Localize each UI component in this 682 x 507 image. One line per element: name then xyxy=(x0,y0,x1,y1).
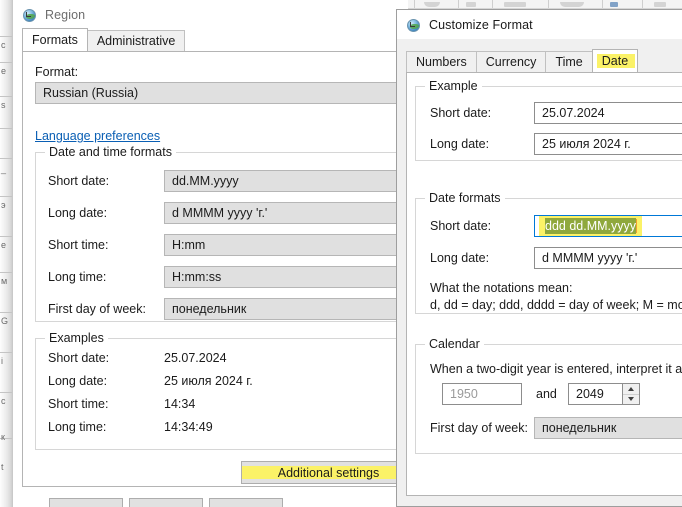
and-label: and xyxy=(536,387,557,401)
tab-administrative-label: Administrative xyxy=(96,34,176,48)
customize-icon xyxy=(406,17,422,33)
ex-short-date-value: 25.07.2024 xyxy=(164,351,227,365)
chevron-down-icon xyxy=(628,397,634,402)
calendar-first-day-label: First day of week: xyxy=(430,421,528,435)
format-label: Format: xyxy=(35,65,79,79)
region-tabstrip: Formats Administrative xyxy=(13,28,409,51)
year-range-to-input[interactable]: 2049 xyxy=(568,383,623,405)
region-window: Region Formats Administrative Format: Ru… xyxy=(12,0,442,507)
region-ok-button[interactable] xyxy=(49,498,123,507)
year-range-to-stepper[interactable]: 2049 xyxy=(568,383,640,405)
cust-ex-long-date-label: Long date: xyxy=(430,137,490,151)
customize-titlebar: Customize Format xyxy=(397,10,682,39)
two-digit-year-text: When a two-digit year is entered, interp… xyxy=(430,362,682,376)
examples-title: Examples xyxy=(45,331,108,345)
tab-numbers[interactable]: Numbers xyxy=(406,51,477,72)
tab-currency[interactable]: Currency xyxy=(475,51,547,72)
tab-administrative[interactable]: Administrative xyxy=(86,30,186,51)
year-range-from-input[interactable]: 1950 xyxy=(442,383,522,405)
tab-time[interactable]: Time xyxy=(545,51,593,72)
background-window-left-sliver: c e s _ э e м G i с к t xyxy=(0,0,12,507)
date-time-formats-title: Date and time formats xyxy=(45,145,176,159)
region-cancel-button[interactable] xyxy=(129,498,203,507)
ex-long-time-value: 14:34:49 xyxy=(164,420,213,434)
background-app-toolbar-sliver xyxy=(396,0,682,9)
dt-long-date-label: Long date: xyxy=(48,206,108,220)
ex-short-time-label: Short time: xyxy=(48,397,109,411)
dt-first-day-label: First day of week: xyxy=(48,302,146,316)
ex-long-date-value: 25 июля 2024 г. xyxy=(164,374,253,388)
date-formats-title: Date formats xyxy=(425,191,505,205)
customize-window-title: Customize Format xyxy=(429,17,533,32)
ex-short-time-value: 14:34 xyxy=(164,397,196,411)
dt-short-time-label: Short time: xyxy=(48,238,109,252)
dt-short-date-label: Short date: xyxy=(48,174,110,188)
cust-short-date-label: Short date: xyxy=(430,219,492,233)
tab-formats[interactable]: Formats xyxy=(22,28,88,51)
region-apply-button[interactable] xyxy=(209,498,283,507)
screen-root: c e s _ э e м G i с к t Region Formats A… xyxy=(0,0,682,507)
examples-group: Examples Short date: 25.07.2024 Long dat… xyxy=(35,331,435,450)
cust-ex-long-date-value: 25 июля 2024 г. xyxy=(534,133,682,155)
tab-time-label: Time xyxy=(555,55,583,69)
customize-example-group: Example Short date: 25.07.2024 Long date… xyxy=(415,79,682,161)
chevron-up-icon xyxy=(628,386,634,391)
tab-numbers-label: Numbers xyxy=(416,55,467,69)
customize-tabstrip: Numbers Currency Time Date xyxy=(397,49,682,72)
region-titlebar: Region xyxy=(13,0,408,29)
tab-date[interactable]: Date xyxy=(591,49,639,72)
tab-formats-label: Formats xyxy=(32,33,78,47)
ex-long-time-label: Long time: xyxy=(48,420,107,434)
calendar-first-day-combobox[interactable]: понедельник xyxy=(534,417,682,439)
tab-currency-label: Currency xyxy=(485,55,537,69)
date-formats-group: Date formats Short date: ddd dd.MM.yyyy … xyxy=(415,191,682,314)
short-date-format-combobox[interactable]: ddd dd.MM.yyyy xyxy=(534,215,682,237)
additional-settings-button[interactable]: Additional settings xyxy=(241,461,416,484)
year-stepper-buttons xyxy=(623,383,640,405)
language-preferences-link[interactable]: Language preferences xyxy=(35,129,160,143)
year-stepper-up-button[interactable] xyxy=(623,384,639,395)
format-combobox[interactable]: Russian (Russia) xyxy=(35,82,435,104)
short-date-format-value: ddd dd.MM.yyyy xyxy=(545,218,637,234)
calendar-title: Calendar xyxy=(425,337,484,351)
cust-ex-short-date-value: 25.07.2024 xyxy=(534,102,682,124)
dt-long-time-label: Long time: xyxy=(48,270,107,284)
region-window-title: Region xyxy=(45,7,86,22)
date-time-formats-group: Date and time formats Short date: dd.MM.… xyxy=(35,145,439,322)
text-caret xyxy=(636,219,638,233)
customize-example-title: Example xyxy=(425,79,482,93)
ex-long-date-label: Long date: xyxy=(48,374,108,388)
cust-ex-short-date-label: Short date: xyxy=(430,106,492,120)
additional-settings-label: Additional settings xyxy=(277,465,380,480)
ex-short-date-label: Short date: xyxy=(48,351,110,365)
customize-format-window: Customize Format Numbers Currency Time D… xyxy=(396,9,682,507)
notations-title: What the notations mean: xyxy=(430,281,573,295)
notations-legend: d, dd = day; ddd, dddd = day of week; M … xyxy=(430,298,682,312)
year-stepper-down-button[interactable] xyxy=(623,394,639,404)
long-date-format-combobox[interactable]: d MMMM yyyy 'г.' xyxy=(534,247,682,269)
short-date-selection: ddd dd.MM.yyyy xyxy=(539,216,643,236)
region-icon xyxy=(22,7,38,23)
calendar-group: Calendar When a two-digit year is entere… xyxy=(415,337,682,454)
tab-date-label: Date xyxy=(601,54,629,68)
cust-long-date-label: Long date: xyxy=(430,251,490,265)
